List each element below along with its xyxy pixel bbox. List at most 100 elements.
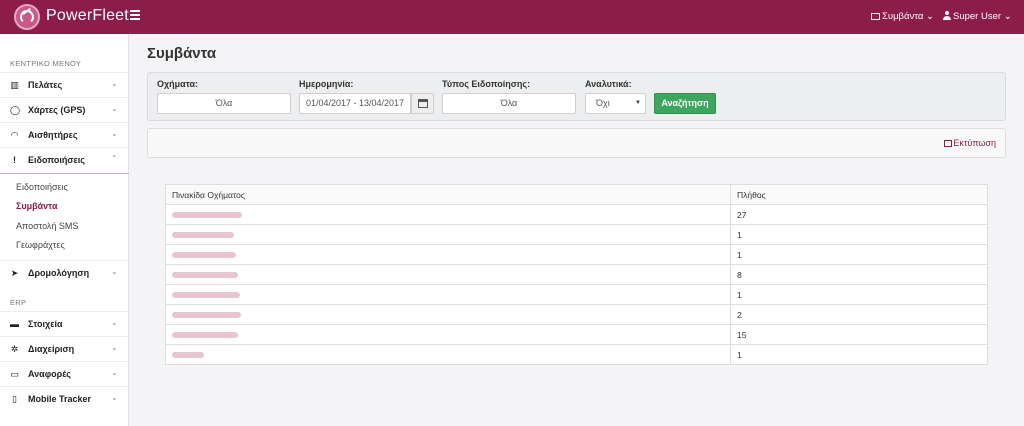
sidebar-item-mobile-tracker[interactable]: ▯ Mobile Tracker ⌄ xyxy=(0,386,129,411)
print-link[interactable]: Εκτύπωση xyxy=(944,138,996,148)
location-arrow-icon: ➤ xyxy=(10,268,19,278)
count-cell: 15 xyxy=(730,324,988,345)
detailed-select-value: Όχι xyxy=(596,98,610,108)
column-header-plate[interactable]: Πινακίδα Οχήματος xyxy=(165,184,731,205)
chevron-down-icon: ⌄ xyxy=(111,267,118,276)
plate-cell xyxy=(165,224,731,245)
sidebar-item-management[interactable]: ✲ Διαχείριση ⌄ xyxy=(0,336,129,361)
sidebar-item-label: Πελάτες xyxy=(28,80,63,90)
chevron-down-icon: ⌄ xyxy=(111,129,118,138)
redacted-plate xyxy=(172,312,241,319)
plate-cell xyxy=(165,244,731,265)
count-cell: 2 xyxy=(730,304,988,325)
sidebar-item-label: Αναφορές xyxy=(28,369,71,379)
sidebar-item-reports[interactable]: ▭ Αναφορές ⌄ xyxy=(0,361,129,386)
redacted-plate xyxy=(172,252,236,259)
redacted-plate xyxy=(172,272,238,279)
table-row[interactable]: 15 xyxy=(165,324,988,345)
chevron-down-icon: ⌄ xyxy=(111,79,118,88)
submenu-item-geofences[interactable]: Γεωφράχτες xyxy=(16,240,65,250)
sidebar-item-label: Διαχείριση xyxy=(28,344,75,354)
speedometer-logo-icon[interactable] xyxy=(14,4,40,30)
date-label: Ημερομηνία: xyxy=(299,79,354,89)
brand-name[interactable]: PowerFleet xyxy=(46,7,129,25)
user-menu-label: Super User xyxy=(953,11,1002,22)
count-cell: 27 xyxy=(730,204,988,225)
count-cell: 1 xyxy=(730,224,988,245)
table-row[interactable]: 1 xyxy=(165,284,988,305)
user-menu[interactable]: Super User ⌄ xyxy=(943,11,1012,22)
chevron-up-icon: ⌃ xyxy=(111,154,118,163)
count-cell: 1 xyxy=(730,284,988,305)
events-menu-label: Συμβάντα xyxy=(882,11,924,22)
table-row[interactable]: 8 xyxy=(165,264,988,285)
vehicles-label: Οχήματα: xyxy=(157,79,199,89)
table-row[interactable]: 1 xyxy=(165,344,988,365)
caret-down-icon: ▼ xyxy=(635,100,641,106)
plate-cell xyxy=(165,264,731,285)
table-row[interactable]: 1 xyxy=(165,224,988,245)
sidebar-item-routing[interactable]: ➤ Δρομολόγηση ⌄ xyxy=(0,260,129,285)
plate-cell xyxy=(165,344,731,365)
print-label: Εκτύπωση xyxy=(953,138,996,148)
sidebar-item-assets[interactable]: ▬ Στοιχεία ⌄ xyxy=(0,311,129,336)
sidebar-item-label: Ειδοποιήσεις xyxy=(28,155,85,165)
notification-type-label: Τύπος Ειδοποίησης: xyxy=(442,79,531,89)
plate-cell xyxy=(165,304,731,325)
user-icon xyxy=(943,11,951,20)
top-navbar: PowerFleet Συμβάντα ⌄ Super User ⌄ xyxy=(0,0,1024,34)
redacted-plate xyxy=(172,332,238,339)
calendar-button[interactable] xyxy=(411,93,434,114)
plate-cell xyxy=(165,324,731,345)
redacted-plate xyxy=(172,352,204,359)
globe-icon: ◯ xyxy=(10,105,21,115)
sidebar-item-label: Δρομολόγηση xyxy=(28,268,90,278)
search-button[interactable]: Αναζήτηση xyxy=(654,93,716,114)
redacted-plate xyxy=(172,232,234,239)
sidebar-item-label: Στοιχεία xyxy=(28,319,63,329)
plate-cell xyxy=(165,284,731,305)
events-menu[interactable]: Συμβάντα ⌄ xyxy=(871,11,934,22)
calendar-icon xyxy=(418,99,428,108)
chevron-down-icon: ⌄ xyxy=(111,368,118,377)
table-row[interactable]: 27 xyxy=(165,204,988,225)
sidebar-item-notifications[interactable]: ! Ειδοποιήσεις ⌃ xyxy=(0,147,129,172)
count-cell: 1 xyxy=(730,344,988,365)
submenu-item-events[interactable]: Συμβάντα xyxy=(16,201,57,211)
submenu-item-notifications[interactable]: Ειδοποιήσεις xyxy=(16,182,68,192)
page-title: Συμβάντα xyxy=(147,45,217,62)
truck-icon: ▬ xyxy=(10,319,19,329)
date-range-input[interactable]: 01/04/2017 - 13/04/2017 xyxy=(299,93,411,114)
table-row[interactable]: 1 xyxy=(165,244,988,265)
column-header-count[interactable]: Πλήθος xyxy=(730,184,988,205)
sidebar-section-main: ΚΕΝΤΡΙΚΟ ΜΕΝΟΥ xyxy=(10,59,82,68)
detailed-select[interactable]: Όχι ▼ xyxy=(585,93,646,114)
sidebar-item-customers[interactable]: ▥ Πελάτες ⌄ xyxy=(0,72,129,97)
events-table: Πινακίδα Οχήματος Πλήθος 27 1 1 8 1 2 15… xyxy=(165,184,988,365)
chevron-down-icon: ⌄ xyxy=(111,104,118,113)
submenu-item-send-sms[interactable]: Αποστολή SMS xyxy=(16,221,78,231)
print-icon xyxy=(944,140,953,147)
monitor-icon: ▭ xyxy=(10,369,19,379)
print-panel: Εκτύπωση xyxy=(147,128,1006,158)
map-icon: ▥ xyxy=(10,80,19,90)
filter-panel: Οχήματα: Όλα Ημερομηνία: 01/04/2017 - 13… xyxy=(147,72,1006,121)
sidebar-item-sensors[interactable]: ◠ Αισθητήρες ⌄ xyxy=(0,122,129,147)
sidebar-section-erp: ERP xyxy=(10,298,27,307)
table-header-row: Πινακίδα Οχήματος Πλήθος xyxy=(165,184,988,205)
sidebar-item-label: Χάρτες (GPS) xyxy=(28,105,86,115)
vehicles-input[interactable]: Όλα xyxy=(157,93,291,114)
detailed-label: Αναλυτικά: xyxy=(585,79,632,89)
sidebar-item-maps[interactable]: ◯ Χάρτες (GPS) ⌄ xyxy=(0,97,129,122)
gauge-icon: ◠ xyxy=(10,130,19,140)
count-cell: 1 xyxy=(730,244,988,265)
chevron-down-icon: ⌄ xyxy=(1001,11,1012,22)
notification-type-input[interactable]: Όλα xyxy=(442,93,576,114)
redacted-plate xyxy=(172,292,240,299)
table-row[interactable]: 2 xyxy=(165,304,988,325)
chevron-down-icon: ⌄ xyxy=(111,393,118,402)
count-cell: 8 xyxy=(730,264,988,285)
menu-toggle-icon[interactable] xyxy=(130,10,140,20)
chevron-down-icon: ⌄ xyxy=(923,11,934,22)
envelope-icon xyxy=(871,13,880,20)
